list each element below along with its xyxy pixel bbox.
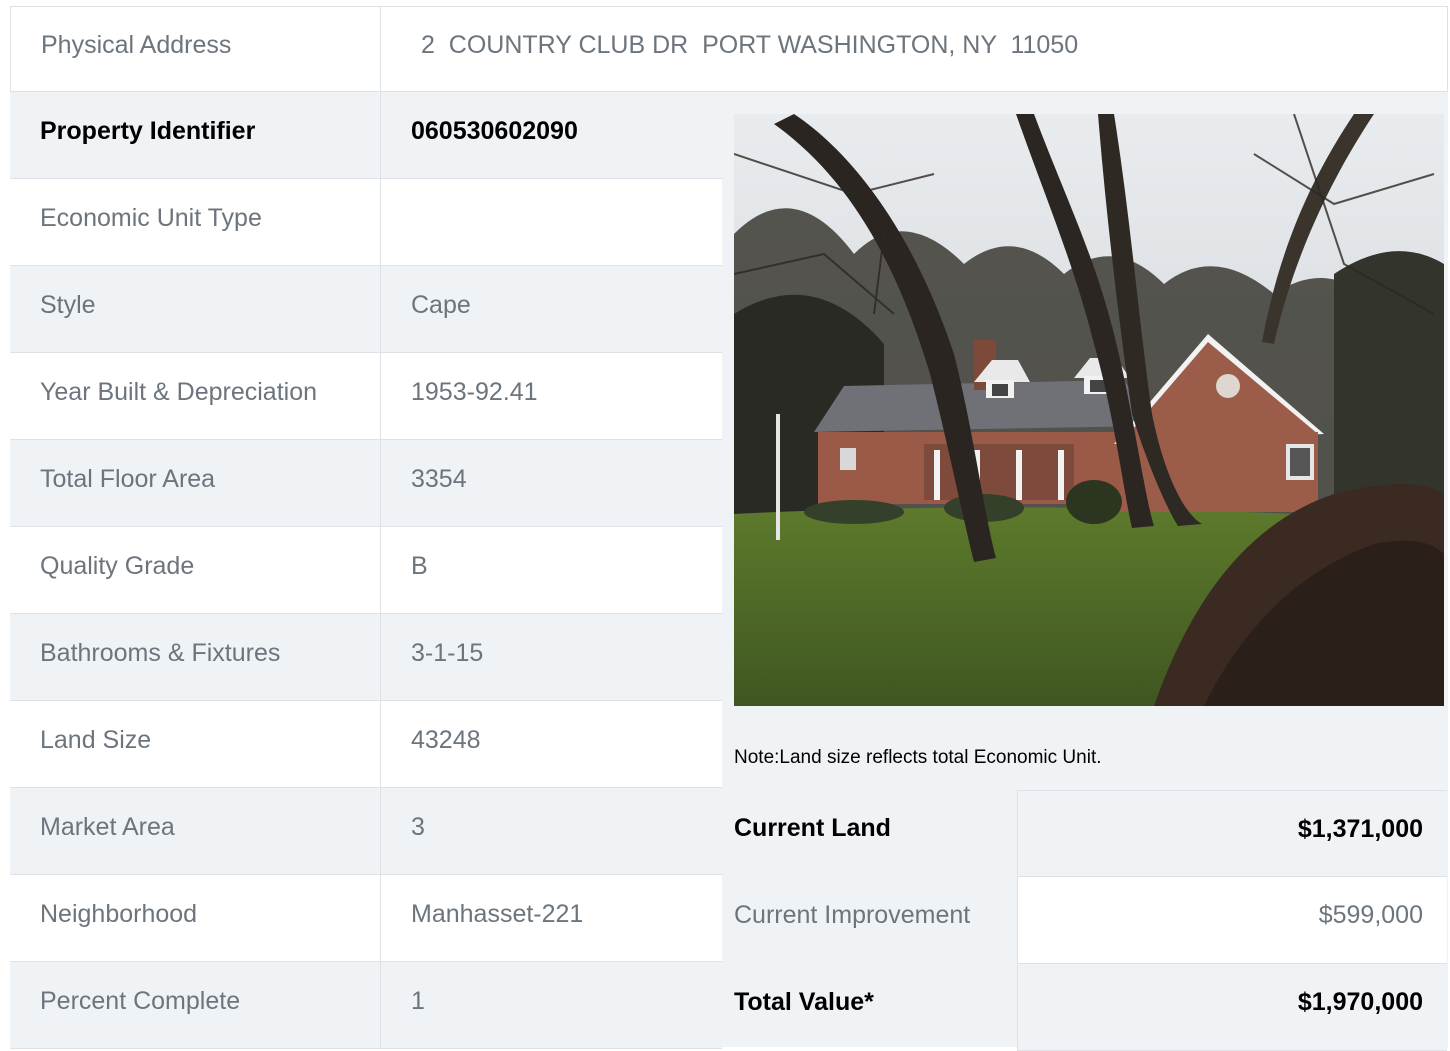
property-photo (734, 114, 1444, 706)
bathrooms-fixtures-value: 3-1-15 (411, 639, 484, 667)
economic-unit-type-label: Economic Unit Type (10, 179, 381, 265)
property-summary-panel: Note:Land size reflects total Economic U… (722, 92, 1448, 1051)
table-row: Total Value* $1,970,000 (722, 964, 1448, 1051)
table-row: Market Area 3 (10, 788, 722, 875)
table-row: Current Land $1,371,000 (722, 790, 1448, 877)
market-area-label: Market Area (10, 788, 381, 874)
current-improvement-value: $599,000 (1017, 877, 1447, 964)
table-row: Total Floor Area 3354 (10, 440, 722, 527)
total-floor-area-value: 3354 (411, 465, 467, 493)
table-row: Property Identifier 060530602090 (10, 92, 722, 179)
total-value-value: $1,970,000 (1017, 964, 1447, 1051)
land-size-label: Land Size (10, 701, 381, 787)
quality-grade-label: Quality Grade (10, 527, 381, 613)
land-size-note: Note:Land size reflects total Economic U… (734, 747, 1102, 768)
quality-grade-value: B (411, 552, 428, 580)
table-row: Quality Grade B (10, 527, 722, 614)
market-area-value: 3 (411, 813, 425, 841)
property-record: Physical Address 2 COUNTRY CLUB DR PORT … (10, 6, 1450, 1051)
table-row: Year Built & Depreciation 1953-92.41 (10, 353, 722, 440)
table-row: Bathrooms & Fixtures 3-1-15 (10, 614, 722, 701)
address-label: Physical Address (11, 7, 381, 93)
year-built-label: Year Built & Depreciation (10, 353, 381, 439)
current-improvement-label: Current Improvement (734, 901, 971, 929)
table-row: Percent Complete 1 (10, 962, 722, 1049)
current-land-label: Current Land (734, 814, 891, 842)
neighborhood-label: Neighborhood (10, 875, 381, 961)
total-value-label: Total Value* (734, 988, 874, 1016)
table-row: Current Improvement $599,000 (722, 877, 1448, 964)
address-value: 2 COUNTRY CLUB DR PORT WASHINGTON, NY 11… (421, 31, 1079, 59)
current-land-value: $1,371,000 (1017, 790, 1447, 877)
table-row: Economic Unit Type (10, 179, 722, 266)
year-built-value: 1953-92.41 (411, 378, 538, 406)
table-row: Style Cape (10, 266, 722, 353)
property-identifier-value: 060530602090 (411, 117, 578, 145)
neighborhood-value: Manhasset-221 (411, 900, 584, 928)
percent-complete-value: 1 (411, 987, 425, 1015)
bathrooms-fixtures-label: Bathrooms & Fixtures (10, 614, 381, 700)
total-floor-area-label: Total Floor Area (10, 440, 381, 526)
style-value: Cape (411, 291, 471, 319)
style-label: Style (10, 266, 381, 352)
property-identifier-label: Property Identifier (10, 92, 381, 178)
percent-complete-label: Percent Complete (10, 962, 381, 1048)
table-row: Land Size 43248 (10, 701, 722, 788)
land-size-value: 43248 (411, 726, 481, 754)
property-details-table: Property Identifier 060530602090 Economi… (10, 92, 722, 1049)
valuation-table: Current Land $1,371,000 Current Improvem… (722, 790, 1448, 1051)
address-row: Physical Address 2 COUNTRY CLUB DR PORT … (10, 6, 1448, 93)
table-row: Neighborhood Manhasset-221 (10, 875, 722, 962)
